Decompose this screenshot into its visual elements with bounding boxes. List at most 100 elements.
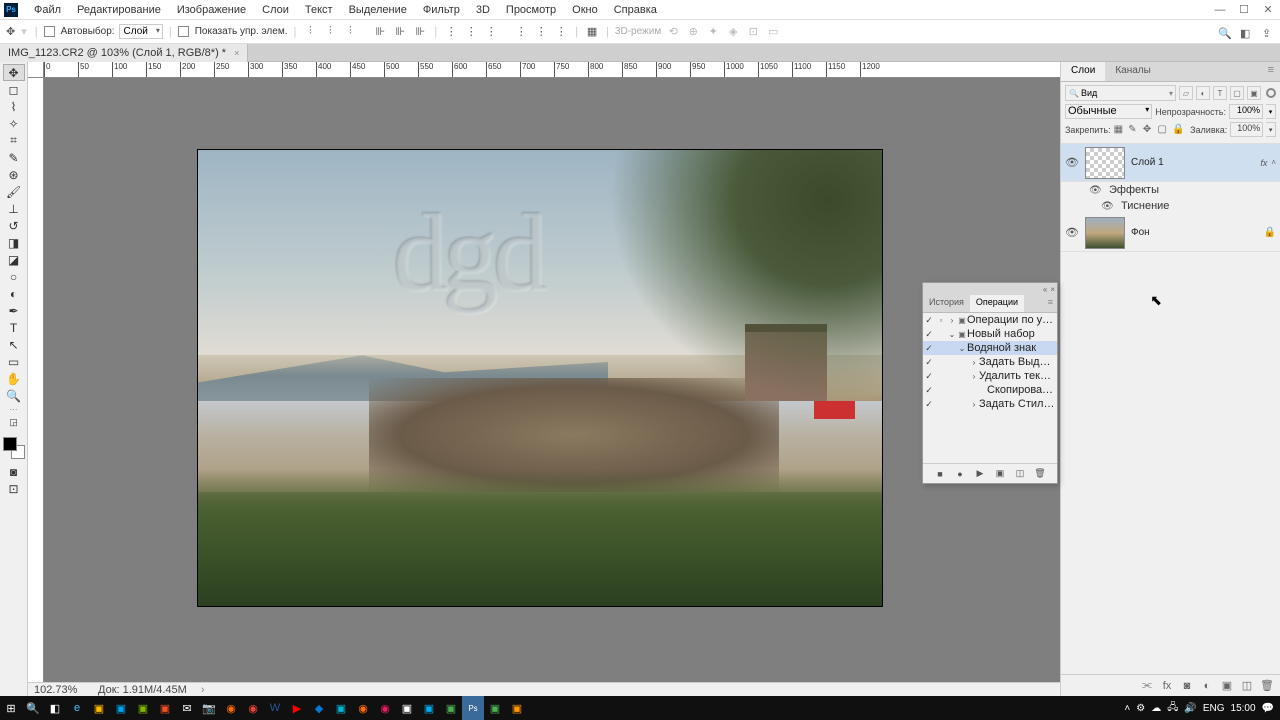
adjustment-icon[interactable]: ◐ — [1200, 679, 1214, 693]
delete-layer-icon[interactable]: 🗑 — [1260, 679, 1274, 693]
record-icon[interactable]: ● — [954, 468, 966, 480]
gradient-tool[interactable]: ◪ — [3, 251, 25, 268]
layer-name[interactable]: Фон — [1131, 227, 1264, 238]
start-button[interactable]: ⊞ — [0, 696, 22, 720]
3d-2-icon[interactable]: ⊕ — [685, 24, 701, 40]
dist-6-icon[interactable]: ⋮ — [553, 24, 569, 40]
dist-2-icon[interactable]: ⋮ — [463, 24, 479, 40]
tool-more[interactable]: ⋯ — [3, 404, 25, 414]
doc-size[interactable]: Док: 1.91M/4.45M — [98, 684, 187, 696]
layer-thumbnail[interactable] — [1085, 217, 1125, 249]
taskbar-app[interactable]: ▣ — [330, 696, 352, 720]
taskbar-app[interactable]: ◉ — [242, 696, 264, 720]
3d-5-icon[interactable]: ⊡ — [745, 24, 761, 40]
fill-stepper[interactable]: ▾ — [1266, 122, 1276, 137]
delete-action-icon[interactable]: 🗑 — [1034, 468, 1046, 480]
edit-toolbar[interactable]: ◲ — [3, 414, 25, 431]
stamp-tool[interactable]: ⊥ — [3, 200, 25, 217]
menu-view[interactable]: Просмотр — [498, 2, 564, 18]
taskbar-app[interactable]: ▣ — [440, 696, 462, 720]
taskbar-app[interactable]: ▣ — [110, 696, 132, 720]
wand-tool[interactable]: ✧ — [3, 115, 25, 132]
align-right-icon[interactable]: ⊪ — [412, 24, 428, 40]
menu-file[interactable]: Файл — [26, 2, 69, 18]
align-vmid-icon[interactable]: ⫶ — [322, 24, 338, 40]
close-tab-icon[interactable]: × — [234, 48, 239, 58]
window-maximize[interactable]: ☐ — [1232, 0, 1256, 20]
tab-channels[interactable]: Каналы — [1105, 62, 1161, 81]
tray-clock[interactable]: 15:00 — [1231, 703, 1256, 714]
quickmask-tool[interactable]: ◙ — [3, 463, 25, 480]
dist-5-icon[interactable]: ⋮ — [533, 24, 549, 40]
panel-collapse-icon[interactable]: « — [1043, 285, 1047, 294]
eraser-tool[interactable]: ◨ — [3, 234, 25, 251]
window-minimize[interactable]: — — [1208, 0, 1232, 20]
lock-all-icon[interactable]: 🔒 — [1172, 124, 1184, 136]
layer-thumbnail[interactable] — [1085, 147, 1125, 179]
screenmode-tool[interactable]: ⊡ — [3, 480, 25, 497]
tray-network-icon[interactable]: 🖧 — [1167, 700, 1178, 717]
layer-row[interactable]: 👁 Фон 🔒 — [1061, 214, 1280, 252]
align-top-icon[interactable]: ⫶ — [302, 24, 318, 40]
zoom-level[interactable]: 102.73% — [34, 684, 84, 696]
taskbar-app[interactable]: e — [66, 696, 88, 720]
shape-tool[interactable]: ▭ — [3, 353, 25, 370]
taskview-button[interactable]: ◧ — [44, 696, 66, 720]
filter-toggle[interactable] — [1266, 88, 1276, 98]
action-row[interactable]: ✓⌄Водяной знак — [923, 341, 1057, 355]
autoalign-icon[interactable]: ▦ — [584, 24, 600, 40]
fx-expand-icon[interactable]: ˄ — [1271, 158, 1276, 167]
menu-layers[interactable]: Слои — [254, 2, 297, 18]
filter-image-icon[interactable]: ▱ — [1179, 86, 1193, 100]
opacity-stepper[interactable]: ▾ — [1266, 104, 1276, 119]
showcontrols-checkbox[interactable] — [178, 26, 189, 37]
taskbar-app[interactable]: ▶ — [286, 696, 308, 720]
menu-text[interactable]: Текст — [297, 2, 341, 18]
new-set-icon[interactable]: ▣ — [994, 468, 1006, 480]
new-layer-icon[interactable]: ◫ — [1240, 679, 1254, 693]
menu-filter[interactable]: Фильтр — [415, 2, 468, 18]
share-icon[interactable]: ⇪ — [1262, 27, 1276, 41]
tray-chevron-icon[interactable]: ˄ — [1124, 703, 1130, 714]
opacity-input[interactable]: 100% — [1229, 104, 1263, 119]
layer-name[interactable]: Слой 1 — [1131, 157, 1260, 168]
align-left-icon[interactable]: ⊪ — [372, 24, 388, 40]
action-row[interactable]: ✓›Удалить текущ. ... — [923, 369, 1057, 383]
filter-shape-icon[interactable]: ▢ — [1230, 86, 1244, 100]
taskbar-app[interactable]: ◆ — [308, 696, 330, 720]
menu-window[interactable]: Окно — [564, 2, 606, 18]
lock-pixels-icon[interactable]: ▦ — [1114, 124, 1126, 136]
pen-tool[interactable]: ✒ — [3, 302, 25, 319]
window-close[interactable]: ✕ — [1256, 0, 1280, 20]
visibility-icon[interactable]: 👁 — [1089, 185, 1103, 196]
filter-smart-icon[interactable]: ▣ — [1247, 86, 1261, 100]
tray-volume-icon[interactable]: 🔊 — [1184, 703, 1196, 714]
tab-actions[interactable]: Операции — [970, 295, 1024, 312]
search-button[interactable]: 🔍 — [22, 696, 44, 720]
taskbar-app[interactable]: ▣ — [418, 696, 440, 720]
taskbar-app[interactable]: ▣ — [506, 696, 528, 720]
taskbar-app[interactable]: Ps — [462, 696, 484, 720]
visibility-icon[interactable]: 👁 — [1065, 226, 1079, 239]
fg-color[interactable] — [3, 437, 17, 451]
group-icon[interactable]: ▣ — [1220, 679, 1234, 693]
taskbar-app[interactable]: ✉ — [176, 696, 198, 720]
taskbar-app[interactable]: ◉ — [220, 696, 242, 720]
3d-3-icon[interactable]: ✦ — [705, 24, 721, 40]
menu-image[interactable]: Изображение — [169, 2, 254, 18]
link-layers-icon[interactable]: ⫘ — [1140, 679, 1154, 693]
taskbar-app[interactable]: ▣ — [132, 696, 154, 720]
blend-mode-dropdown[interactable]: Обычные▾ — [1065, 104, 1152, 119]
lasso-tool[interactable]: ⌇ — [3, 98, 25, 115]
visibility-icon[interactable]: 👁 — [1065, 156, 1079, 169]
menu-help[interactable]: Справка — [606, 2, 665, 18]
tray-icon[interactable]: ⚙ — [1136, 703, 1145, 714]
panel-menu-icon[interactable]: ≡ — [1044, 295, 1057, 312]
panel-close-icon[interactable]: × — [1050, 285, 1055, 294]
action-row[interactable]: ✓Скопировать на ... — [923, 383, 1057, 397]
filter-adjust-icon[interactable]: ◐ — [1196, 86, 1210, 100]
new-action-icon[interactable]: ◫ — [1014, 468, 1026, 480]
menu-select[interactable]: Выделение — [341, 2, 415, 18]
blur-tool[interactable]: ○ — [3, 268, 25, 285]
taskbar-app[interactable]: 📷 — [198, 696, 220, 720]
